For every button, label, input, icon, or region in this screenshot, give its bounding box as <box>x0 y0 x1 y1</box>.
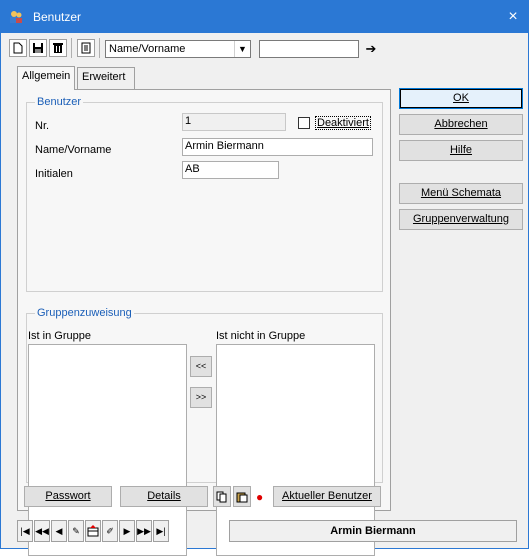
close-icon[interactable]: × <box>498 1 528 33</box>
last-record-icon[interactable]: ▶| <box>153 520 169 542</box>
next-record-icon[interactable]: ▶ <box>119 520 135 542</box>
red-dot-icon: ● <box>256 490 264 504</box>
prev-record-icon[interactable]: ◀ <box>51 520 67 542</box>
insert-record-icon[interactable] <box>85 520 101 542</box>
passwort-button[interactable]: Passwort <box>24 486 112 507</box>
deaktiviert-checkbox[interactable] <box>298 117 310 129</box>
toolbar-separator <box>99 38 100 58</box>
nr-field: 1 <box>182 113 286 131</box>
move-left-button[interactable]: << <box>190 356 212 377</box>
details-button[interactable]: Details <box>120 486 208 507</box>
title-bar: Benutzer × <box>1 1 528 33</box>
aktueller-benutzer-button[interactable]: Aktueller Benutzer <box>273 486 381 507</box>
move-right-button[interactable]: >> <box>190 387 212 408</box>
hilfe-button[interactable]: Hilfe <box>399 140 523 161</box>
first-record-icon[interactable]: |◀ <box>17 520 33 542</box>
edit-pencil-icon[interactable]: ✎ <box>68 520 84 542</box>
current-record-display: Armin Biermann <box>229 520 517 542</box>
toolbar: Name/Vorname ▼ ➔ <box>1 34 528 64</box>
window-title: Benutzer <box>33 10 82 24</box>
name-field[interactable]: Armin Biermann <box>182 138 373 156</box>
tab-allgemein[interactable]: Allgemein <box>17 66 75 90</box>
paste-clipboard-icon[interactable] <box>233 486 251 507</box>
bookmark-icon[interactable]: ✐ <box>102 520 118 542</box>
search-field-select[interactable]: Name/Vorname ▼ <box>105 40 251 58</box>
initialen-field[interactable]: AB <box>182 161 279 179</box>
benutzer-group: Benutzer Nr. 1 Deaktiviert Name/Vorname … <box>26 96 383 292</box>
prev-page-icon[interactable]: ◀◀ <box>34 520 50 542</box>
copy-icon[interactable] <box>213 486 231 507</box>
gruppenverwaltung-button[interactable]: Gruppenverwaltung <box>399 209 523 230</box>
nr-label: Nr. <box>35 120 50 132</box>
delete-trash-icon[interactable] <box>49 39 67 57</box>
name-label: Name/Vorname <box>35 144 112 156</box>
search-field-value: Name/Vorname <box>109 43 186 55</box>
new-document-icon[interactable] <box>9 39 27 57</box>
menu-schemata-button[interactable]: Menü Schemata <box>399 183 523 204</box>
abbrechen-button[interactable]: Abbrechen <box>399 114 523 135</box>
benutzer-legend: Benutzer <box>35 96 84 108</box>
ist-in-gruppe-label: Ist in Gruppe <box>28 330 91 342</box>
initialen-label: Initialen <box>35 168 73 180</box>
toolbar-separator <box>71 38 72 58</box>
ist-nicht-in-gruppe-label: Ist nicht in Gruppe <box>216 330 306 342</box>
arrow-right-icon[interactable]: ➔ <box>363 40 379 58</box>
tab-erweitert[interactable]: Erweitert <box>77 67 135 89</box>
record-navigation-bar: |◀ ◀◀ ◀ ✎ ✐ ▶ ▶▶ ▶| Armin Biermann <box>17 520 517 542</box>
benutzer-window: Benutzer × Name/Vorname ▼ ➔ Allgemein Er… <box>0 0 529 556</box>
chevron-down-icon[interactable]: ▼ <box>234 41 250 57</box>
users-app-icon <box>9 10 23 24</box>
gruppenzuweisung-legend: Gruppenzuweisung <box>35 307 134 319</box>
ok-button[interactable]: OK <box>399 88 523 109</box>
search-input[interactable] <box>259 40 359 58</box>
save-disk-icon[interactable] <box>29 39 47 57</box>
tab-panel-allgemein: Benutzer Nr. 1 Deaktiviert Name/Vorname … <box>17 89 391 556</box>
next-page-icon[interactable]: ▶▶ <box>136 520 152 542</box>
deaktiviert-label[interactable]: Deaktiviert <box>315 116 371 130</box>
print-preview-icon[interactable] <box>77 39 95 57</box>
